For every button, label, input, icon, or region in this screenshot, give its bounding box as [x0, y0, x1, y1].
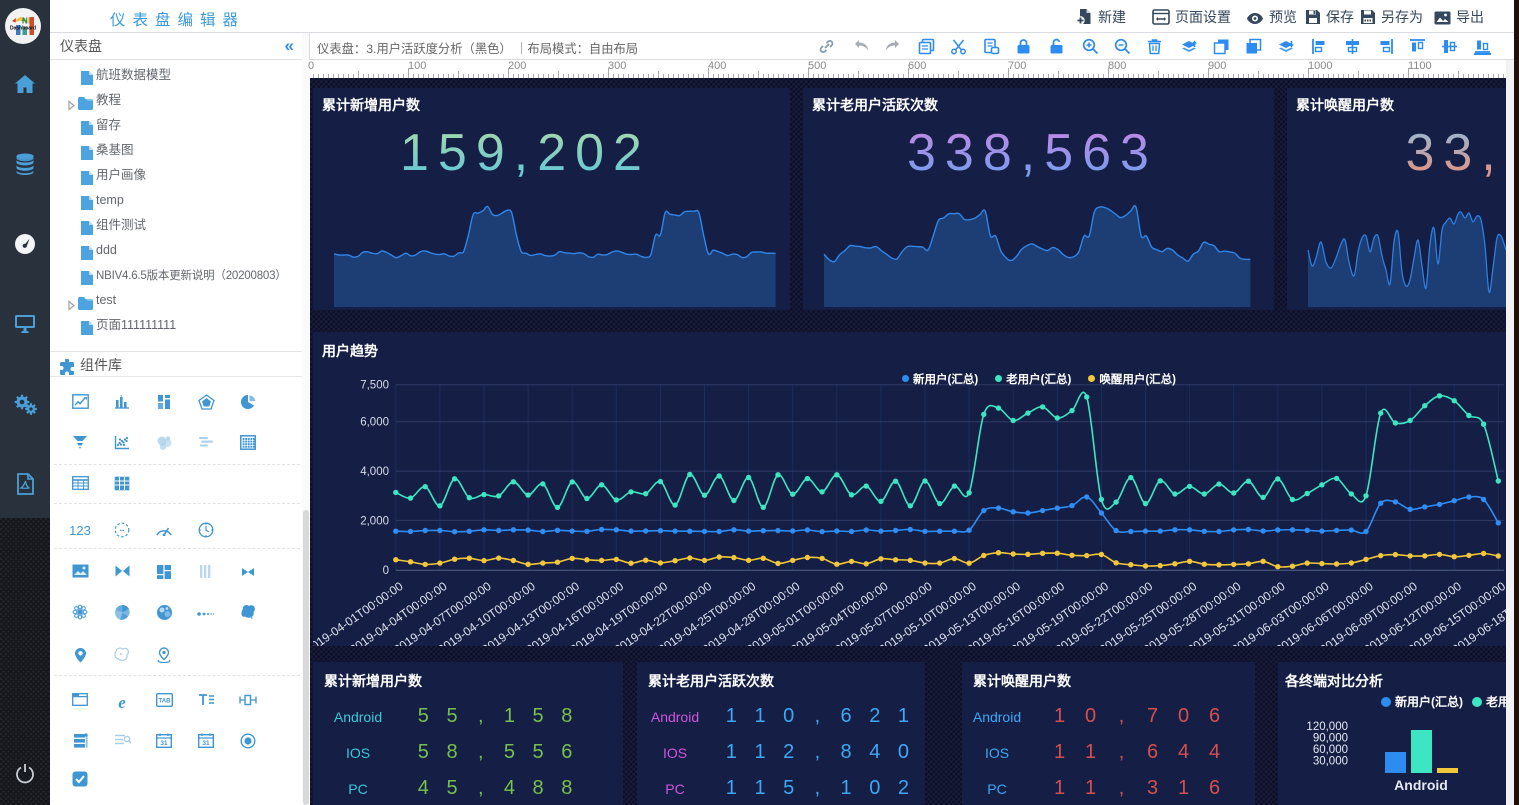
svg-text:7,500: 7,500: [360, 380, 389, 392]
svg-text:4,000: 4,000: [360, 466, 389, 478]
svg-text:Android: Android: [1394, 777, 1448, 793]
svg-text:老用户(汇总): 老用户(汇总): [1486, 694, 1506, 709]
svg-text:60,000: 60,000: [1313, 744, 1348, 756]
svg-text:6,000: 6,000: [360, 417, 389, 429]
svg-text:2,000: 2,000: [360, 515, 389, 527]
svg-text:Dashboard: Dashboard: [10, 26, 36, 32]
svg-text:31: 31: [202, 740, 210, 747]
svg-text:31: 31: [160, 740, 168, 747]
svg-text:120,000: 120,000: [1306, 721, 1348, 733]
svg-text:TAB: TAB: [158, 699, 171, 705]
svg-text:•••: •••: [120, 528, 125, 533]
svg-text:I: I: [28, 17, 30, 26]
svg-text:90,000: 90,000: [1313, 733, 1348, 745]
svg-text:30,000: 30,000: [1313, 756, 1348, 768]
svg-text:0: 0: [383, 565, 389, 577]
svg-text:新用户(汇总): 新用户(汇总): [1395, 694, 1463, 709]
